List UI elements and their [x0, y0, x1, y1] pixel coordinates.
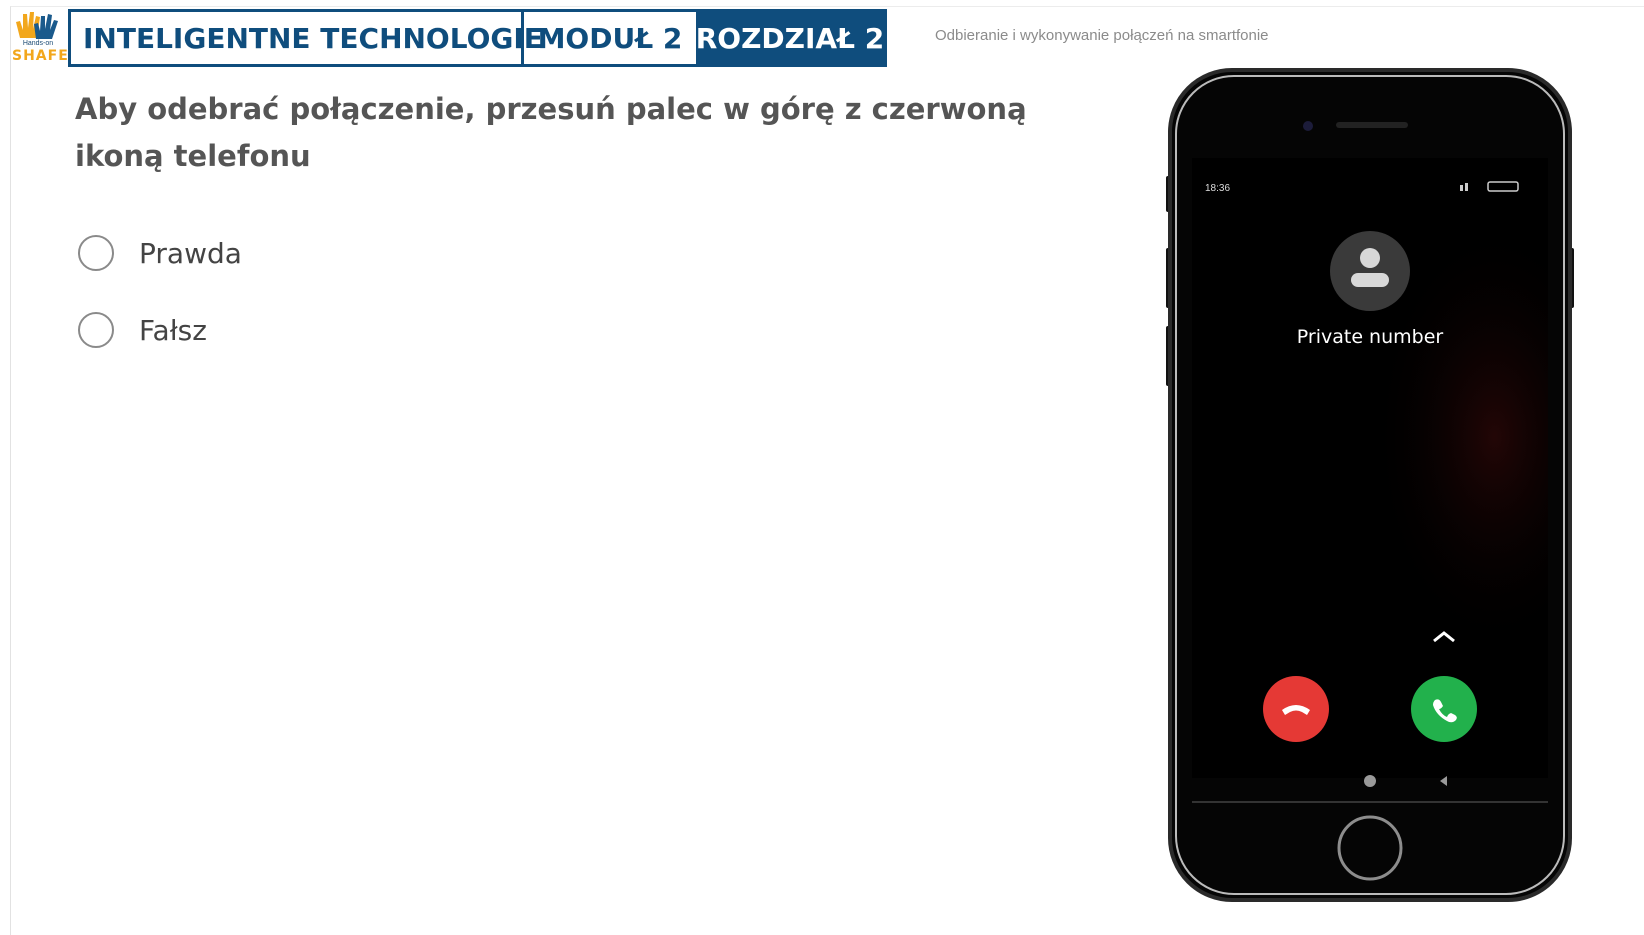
- option-true[interactable]: Prawda: [78, 235, 242, 271]
- option-false[interactable]: Fałsz: [78, 312, 207, 348]
- lesson-subtitle: Odbieranie i wykonywanie połączeń na sma…: [935, 27, 1269, 44]
- quiz-question: Aby odebrać połączenie, przesuń palec w …: [75, 92, 1027, 173]
- logo-text: SHAFE: [12, 48, 69, 64]
- home-nav-icon[interactable]: [1364, 775, 1376, 787]
- logo-subtext: Hands-on: [22, 40, 54, 47]
- home-button[interactable]: [1337, 815, 1403, 881]
- smartphone-image: 18:36 Private number: [1166, 68, 1574, 902]
- course-header-bar: INTELIGENTNE TECHNOLOGIE MODUŁ 2 ROZDZIA…: [68, 9, 887, 67]
- caller-name: Private number: [1297, 326, 1444, 348]
- accept-call-icon[interactable]: [1411, 676, 1477, 742]
- hands-logo-icon: [16, 12, 58, 39]
- course-title-text: INTELIGENTNE TECHNOLOGIE: [83, 21, 543, 55]
- radio-true[interactable]: [78, 235, 114, 271]
- option-true-label: Prawda: [139, 236, 242, 270]
- chapter-label: ROZDZIAŁ 2: [696, 12, 884, 64]
- decline-call-icon[interactable]: [1263, 676, 1329, 742]
- status-time: 18:36: [1205, 183, 1230, 194]
- phone-illustration: 18:36 Private number: [1160, 68, 1580, 913]
- option-false-label: Fałsz: [139, 313, 207, 347]
- course-title: INTELIGENTNE TECHNOLOGIE: [71, 12, 543, 64]
- radio-false[interactable]: [78, 312, 114, 348]
- avatar-icon: [1330, 231, 1410, 311]
- module-label: MODUŁ 2: [521, 12, 696, 64]
- hands-on-shafe-logo: Hands-on SHAFE: [12, 8, 69, 66]
